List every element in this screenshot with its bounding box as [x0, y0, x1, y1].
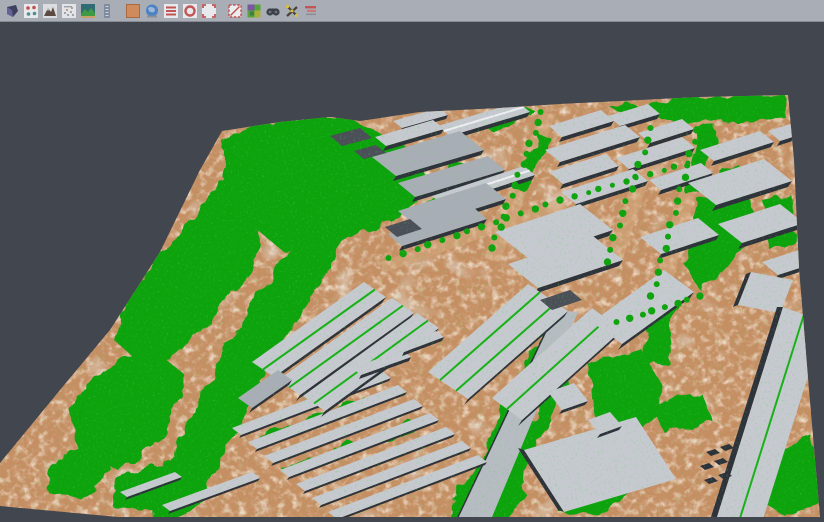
section-tool-icon	[303, 3, 319, 19]
classification-view-button[interactable]	[244, 1, 263, 20]
stereo-view-icon	[265, 3, 281, 19]
profile-lines-button[interactable]	[161, 1, 180, 20]
pointcloud-viewer-window: { "window": { "colors": { "canvas_bg": "…	[0, 0, 824, 517]
viewport-3d[interactable]	[0, 0, 824, 517]
point-cloud-button[interactable]	[59, 1, 78, 20]
globe-button[interactable]	[142, 1, 161, 20]
point-pairs-button[interactable]	[21, 1, 40, 20]
main-toolbar	[0, 0, 824, 22]
render-canvas	[0, 0, 824, 517]
measure-flag-button[interactable]	[282, 1, 301, 20]
tin-surface-button[interactable]	[40, 1, 59, 20]
clip-region-button[interactable]	[225, 1, 244, 20]
profile-lines-icon	[163, 3, 179, 19]
classification-view-icon	[246, 3, 262, 19]
zoom-extents-button[interactable]	[199, 1, 218, 20]
ruler-icon	[99, 3, 115, 19]
toolbar-group-2	[123, 1, 218, 20]
measure-flag-icon	[284, 3, 300, 19]
tin-surface-icon	[42, 3, 58, 19]
section-tool-button[interactable]	[301, 1, 320, 20]
stereo-view-button[interactable]	[263, 1, 282, 20]
point-pairs-icon	[23, 3, 39, 19]
terrain-view-icon	[80, 3, 96, 19]
prism-tool-icon	[4, 3, 20, 19]
target-circle-button[interactable]	[180, 1, 199, 20]
terrain-view-button[interactable]	[78, 1, 97, 20]
globe-icon	[144, 3, 160, 19]
toolbar-group-1	[2, 1, 116, 20]
toolbar-separator	[218, 2, 225, 20]
ortho-image-icon	[125, 3, 141, 19]
ruler-button[interactable]	[97, 1, 116, 20]
toolbar-group-3	[225, 1, 320, 20]
clip-region-icon	[227, 3, 243, 19]
target-circle-icon	[182, 3, 198, 19]
zoom-extents-icon	[201, 3, 217, 19]
prism-tool-button[interactable]	[2, 1, 21, 20]
toolbar-separator	[116, 2, 123, 20]
ortho-image-button[interactable]	[123, 1, 142, 20]
point-cloud-icon	[61, 3, 77, 19]
